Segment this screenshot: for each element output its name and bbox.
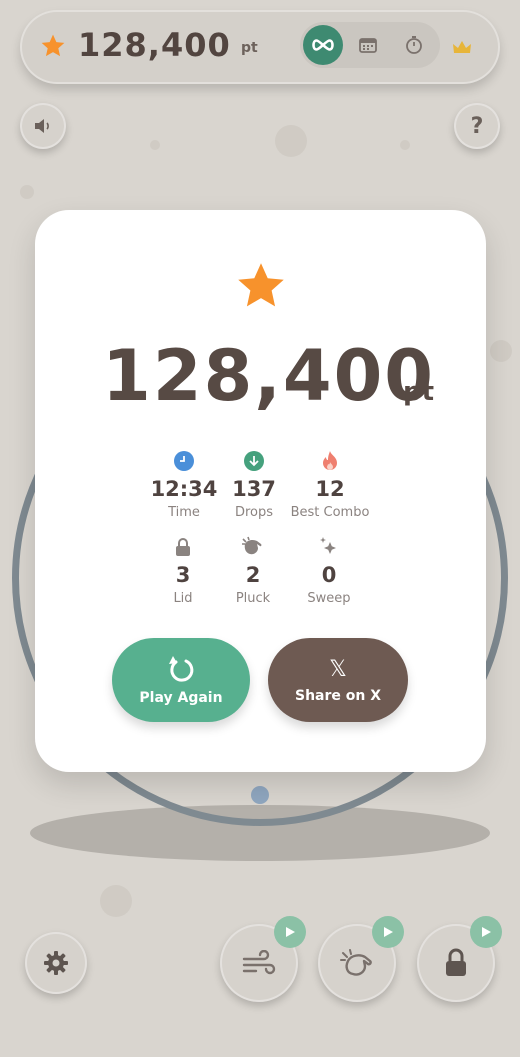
stat-best-combo: 12 Best Combo xyxy=(280,450,380,520)
help-button[interactable]: ? xyxy=(454,103,500,149)
arrow-down-icon xyxy=(244,451,264,471)
current-score: 128,400 xyxy=(78,26,231,64)
settings-button[interactable] xyxy=(25,932,87,994)
replay-icon xyxy=(169,656,194,682)
mode-daily-button[interactable] xyxy=(348,25,388,65)
background-dot xyxy=(20,185,34,199)
sweep-ad-badge[interactable] xyxy=(274,916,306,948)
share-on-x-button[interactable]: 𝕏 Share on X xyxy=(268,638,408,722)
gear-icon xyxy=(44,951,68,975)
clock-icon xyxy=(174,451,194,471)
result-modal: 128,400 pt 12:34 Time 137 Drops 12 Best … xyxy=(35,210,486,772)
calendar-icon xyxy=(359,38,377,53)
star-icon xyxy=(41,34,65,57)
play-icon xyxy=(286,927,295,937)
background-dot xyxy=(100,885,132,917)
speaker-icon xyxy=(35,119,49,133)
background-dot xyxy=(275,125,307,157)
star-icon xyxy=(238,263,284,307)
flame-icon xyxy=(323,451,337,470)
bowl-marker xyxy=(251,786,269,804)
x-logo-icon: 𝕏 xyxy=(329,656,347,682)
stopwatch-icon xyxy=(406,36,422,54)
play-again-label: Play Again xyxy=(139,690,223,706)
play-icon xyxy=(482,927,491,937)
mode-endless-button[interactable] xyxy=(303,25,343,65)
background-dot xyxy=(150,140,160,150)
score-bar: 128,400 pt xyxy=(20,10,500,84)
crown-icon[interactable] xyxy=(452,40,472,56)
final-score: 128,400 xyxy=(102,335,435,417)
mode-timed-button[interactable] xyxy=(394,25,434,65)
stat-label: Best Combo xyxy=(290,505,370,520)
infinity-icon xyxy=(312,39,334,51)
lock-icon xyxy=(446,948,466,976)
lid-ad-badge[interactable] xyxy=(470,916,502,948)
help-label: ? xyxy=(470,113,484,139)
play-icon xyxy=(384,927,393,937)
pluck-ad-badge[interactable] xyxy=(372,916,404,948)
score-unit: pt xyxy=(241,40,258,56)
stat-sweep: 0 Sweep xyxy=(279,536,379,606)
share-label: Share on X xyxy=(294,687,382,704)
stat-value: 12 xyxy=(315,477,345,501)
lock-icon xyxy=(176,538,190,556)
mode-selector xyxy=(300,22,440,68)
hand-icon xyxy=(242,536,262,555)
sparkle-icon xyxy=(320,537,336,554)
background-dot xyxy=(490,340,512,362)
hand-icon xyxy=(340,949,372,976)
final-score-unit: pt xyxy=(403,377,435,407)
wind-icon xyxy=(242,950,276,975)
background-dot xyxy=(400,140,410,150)
stat-label: Sweep xyxy=(307,591,351,606)
sound-button[interactable] xyxy=(20,103,66,149)
play-again-button[interactable]: Play Again xyxy=(112,638,250,722)
stat-value: 0 xyxy=(321,563,337,587)
